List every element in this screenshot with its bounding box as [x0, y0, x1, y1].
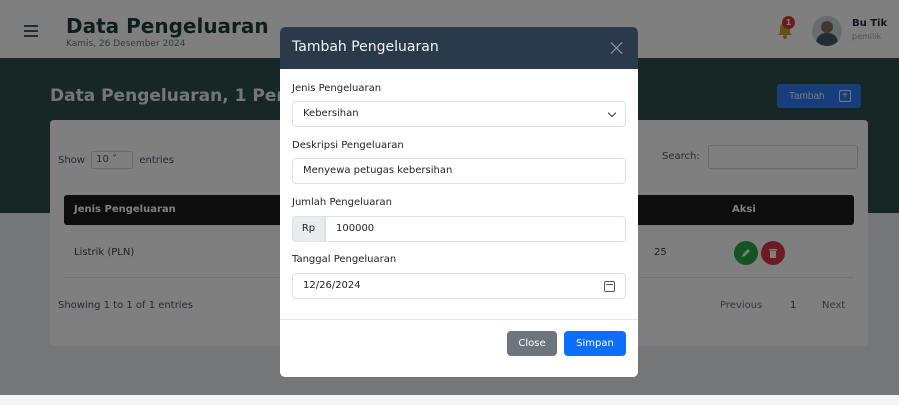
tanggal-input[interactable]: 12/26/2024	[292, 273, 626, 299]
modal-title: Tambah Pengeluaran	[292, 39, 439, 55]
jumlah-group: Rp 100000	[292, 216, 626, 242]
jumlah-label: Jumlah Pengeluaran	[292, 197, 392, 208]
modal-header: Tambah Pengeluaran	[280, 27, 638, 69]
currency-prefix: Rp	[292, 216, 325, 242]
calendar-icon[interactable]	[604, 281, 615, 292]
page-bottom	[0, 395, 899, 405]
save-button[interactable]: Simpan	[564, 331, 626, 356]
add-expense-modal: Tambah Pengeluaran Jenis Pengeluaran Keb…	[280, 27, 638, 377]
deskripsi-label: Deskripsi Pengeluaran	[292, 140, 404, 151]
jumlah-input[interactable]: 100000	[325, 216, 626, 242]
chevron-down-icon	[607, 108, 617, 118]
modal-footer-divider	[280, 319, 638, 320]
close-button[interactable]: Close	[507, 331, 557, 356]
jenis-label: Jenis Pengeluaran	[292, 83, 382, 94]
deskripsi-input[interactable]: Menyewa petugas kebersihan	[292, 158, 626, 184]
close-icon[interactable]	[610, 41, 624, 55]
jenis-select[interactable]: Kebersihan	[292, 101, 626, 127]
tanggal-label: Tanggal Pengeluaran	[292, 254, 397, 265]
